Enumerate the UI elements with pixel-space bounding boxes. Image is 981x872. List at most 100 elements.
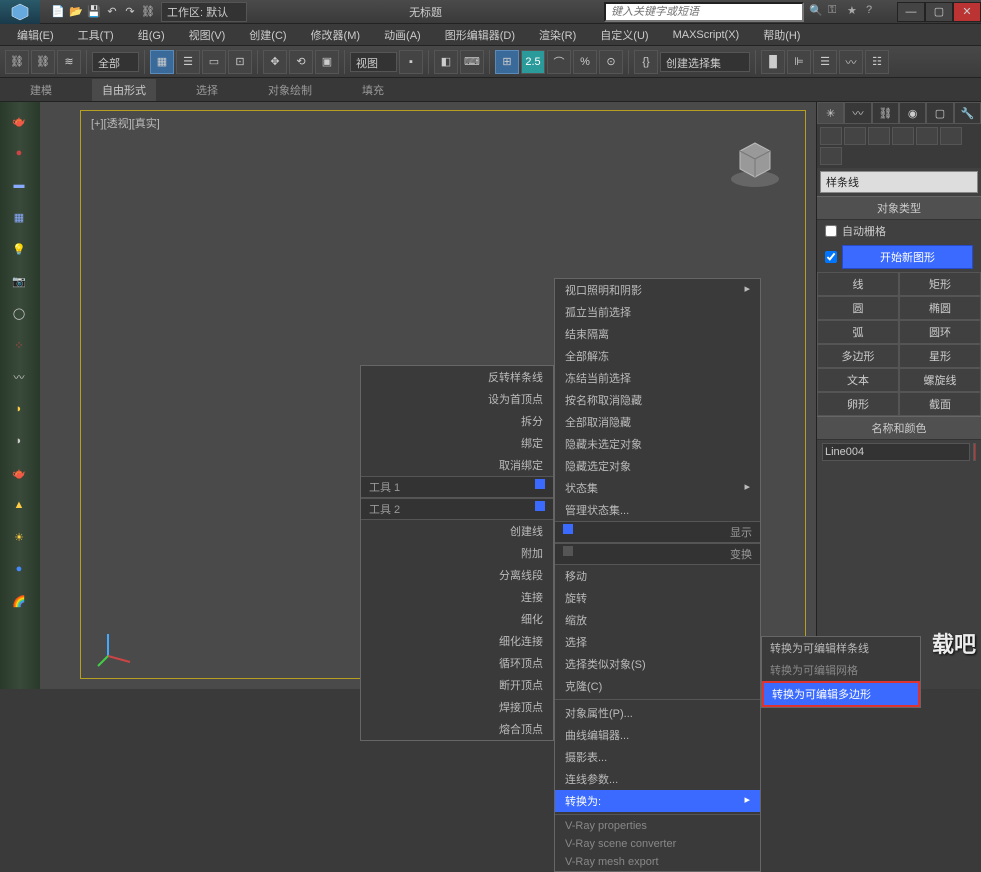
ctx-wire-params[interactable]: 连线参数... [555, 768, 760, 790]
menu-graph[interactable]: 图形编辑器(D) [433, 24, 527, 46]
cone-icon[interactable]: ▲ [4, 494, 34, 516]
close-button[interactable]: ✕ [953, 2, 981, 22]
link-icon[interactable]: ⛓ [140, 4, 156, 20]
shape-line[interactable]: 线 [817, 272, 899, 296]
rainbow-icon[interactable]: 🌈 [4, 590, 34, 612]
ribbon-freeform[interactable]: 自由形式 [92, 79, 156, 101]
ctx-select[interactable]: 选择 [555, 631, 760, 653]
mirror-icon[interactable]: ▐▌ [761, 50, 785, 74]
rollout-name-color[interactable]: 名称和颜色 [817, 416, 981, 440]
dome-icon[interactable]: ◗ [4, 398, 34, 420]
minimize-button[interactable]: — [897, 2, 925, 22]
ctx-obj-props[interactable]: 对象属性(P)... [555, 702, 760, 724]
autogrid-checkbox[interactable] [825, 225, 837, 237]
shape-donut[interactable]: 圆环 [899, 320, 981, 344]
ctx-freeze-sel[interactable]: 冻结当前选择 [555, 367, 760, 389]
viewcube[interactable] [725, 131, 785, 191]
search-input[interactable] [604, 2, 804, 22]
ctx-unbind[interactable]: 取消绑定 [361, 454, 553, 476]
ctx-convert-to[interactable]: 转换为: [555, 790, 760, 812]
angle-snap-value[interactable]: 2.5 [521, 50, 545, 74]
menu-render[interactable]: 渲染(R) [527, 24, 588, 46]
object-name-field[interactable] [822, 443, 970, 461]
shape-star[interactable]: 星形 [899, 344, 981, 368]
ctx-manage-states[interactable]: 管理状态集... [555, 499, 760, 521]
spacewarps-subtab-icon[interactable] [940, 127, 962, 145]
grid-icon[interactable]: ▦ [4, 206, 34, 228]
modify-tab-icon[interactable]: 〰 [844, 102, 871, 124]
rollout-object-type[interactable]: 对象类型 [817, 196, 981, 220]
ctx-unfreeze-all[interactable]: 全部解冻 [555, 345, 760, 367]
ctx-make-first[interactable]: 设为首顶点 [361, 388, 553, 410]
menu-help[interactable]: 帮助(H) [751, 24, 812, 46]
ctx-vray-props[interactable]: V-Ray properties [555, 817, 760, 835]
ctx-bind[interactable]: 绑定 [361, 432, 553, 454]
shape-helix[interactable]: 螺旋线 [899, 368, 981, 392]
shape-ngon[interactable]: 多边形 [817, 344, 899, 368]
refcoord-dropdown[interactable]: 视图 [350, 52, 397, 72]
bind-tool-icon[interactable]: ≋ [57, 50, 81, 74]
ctx-vray-mesh[interactable]: V-Ray mesh export [555, 853, 760, 871]
curve-icon[interactable]: 〰 [4, 366, 34, 388]
pivot-icon[interactable]: ▪ [399, 50, 423, 74]
systems-subtab-icon[interactable] [820, 147, 842, 165]
snap-toggle-icon[interactable]: ⊞ [495, 50, 519, 74]
category-dropdown[interactable]: 样条线 [820, 171, 978, 193]
ctx-isolate[interactable]: 孤立当前选择 [555, 301, 760, 323]
menu-customize[interactable]: 自定义(U) [588, 24, 660, 46]
sun-icon[interactable]: ☀ [4, 526, 34, 548]
lights-subtab-icon[interactable] [868, 127, 890, 145]
shape-section[interactable]: 截面 [899, 392, 981, 416]
ctx-fuse-verts[interactable]: 熔合顶点 [361, 718, 553, 740]
ctx-break-verts[interactable]: 断开顶点 [361, 674, 553, 696]
redo-icon[interactable]: ↷ [122, 4, 138, 20]
circle-icon[interactable]: ◯ [4, 302, 34, 324]
menu-views[interactable]: 视图(V) [177, 24, 238, 46]
select-region-icon[interactable]: ▭ [202, 50, 226, 74]
window-crossing-icon[interactable]: ⊡ [228, 50, 252, 74]
selection-filter-dropdown[interactable]: 全部 [92, 52, 139, 72]
ctx-hide-unsel[interactable]: 隐藏未选定对象 [555, 433, 760, 455]
shape-text[interactable]: 文本 [817, 368, 899, 392]
schematic-icon[interactable]: ☷ [865, 50, 889, 74]
ctx-to-poly[interactable]: 转换为可编辑多边形 [762, 681, 920, 707]
select-tool-icon[interactable]: ▦ [150, 50, 174, 74]
ctx-unhide-name[interactable]: 按名称取消隐藏 [555, 389, 760, 411]
ctx-vp-lighting[interactable]: 视口照明和阴影 [555, 279, 760, 301]
move-tool-icon[interactable]: ✥ [263, 50, 287, 74]
menu-maxscript[interactable]: MAXScript(X) [661, 26, 752, 44]
percent-snap-icon[interactable]: % [573, 50, 597, 74]
key-icon[interactable]: ⚿ [828, 4, 844, 20]
ctx-end-isolate[interactable]: 结束隔离 [555, 323, 760, 345]
ctx-scale[interactable]: 缩放 [555, 609, 760, 631]
sphere-icon[interactable]: ● [4, 142, 34, 164]
scale-tool-icon[interactable]: ▣ [315, 50, 339, 74]
ctx-unhide-all[interactable]: 全部取消隐藏 [555, 411, 760, 433]
ctx-refine[interactable]: 细化 [361, 608, 553, 630]
ctx-rotate[interactable]: 旋转 [555, 587, 760, 609]
select-name-icon[interactable]: ☰ [176, 50, 200, 74]
undo-icon[interactable]: ↶ [104, 4, 120, 20]
ctx-refine-connect[interactable]: 细化连接 [361, 630, 553, 652]
ctx-clone[interactable]: 克隆(C) [555, 675, 760, 697]
ctx-detach-seg[interactable]: 分离线段 [361, 564, 553, 586]
display-tab-icon[interactable]: ▢ [926, 102, 953, 124]
blue-dot-icon[interactable]: ● [4, 558, 34, 580]
ctx-cycle-verts[interactable]: 循环顶点 [361, 652, 553, 674]
ctx-to-mesh[interactable]: 转换为可编辑网格 [762, 659, 920, 681]
help-icon[interactable]: ? [866, 4, 882, 20]
angle-snap-icon[interactable]: ⌒ [547, 50, 571, 74]
menu-edit[interactable]: 编辑(E) [5, 24, 66, 46]
manipulate-icon[interactable]: ◧ [434, 50, 458, 74]
menu-animation[interactable]: 动画(A) [372, 24, 433, 46]
spinner-snap-icon[interactable]: ⊙ [599, 50, 623, 74]
shape-ellipse[interactable]: 椭圆 [899, 296, 981, 320]
helpers-subtab-icon[interactable] [916, 127, 938, 145]
ctx-vray-scene[interactable]: V-Ray scene converter [555, 835, 760, 853]
teapot2-icon[interactable]: 🫖 [4, 462, 34, 484]
dots-icon[interactable]: ⁘ [4, 334, 34, 356]
ctx-divide[interactable]: 拆分 [361, 410, 553, 432]
new-icon[interactable]: 📄 [50, 4, 66, 20]
curve-editor-icon[interactable]: 〰 [839, 50, 863, 74]
ctx-create-line[interactable]: 创建线 [361, 520, 553, 542]
